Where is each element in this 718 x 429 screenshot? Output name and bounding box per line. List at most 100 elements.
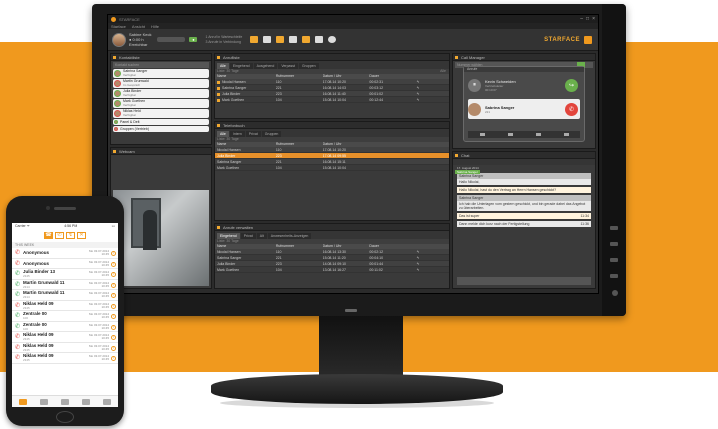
callback-icon[interactable]: ↰ <box>416 267 449 272</box>
hold-button[interactable]: ⏸ <box>468 78 481 92</box>
callback-icon[interactable]: ↰ <box>416 79 449 84</box>
info-icon[interactable]: i <box>111 272 116 277</box>
contact-card[interactable]: Niklas Held Verfügbar <box>113 109 209 118</box>
callback-icon[interactable]: ↰ <box>416 249 449 254</box>
tab[interactable]: Ausgehend <box>253 63 278 69</box>
gear-icon[interactable] <box>328 36 337 43</box>
tab[interactable]: Anwesenheits-Anzeigen <box>267 233 312 239</box>
toggle-icon[interactable] <box>250 36 259 43</box>
list-item[interactable]: ✆ Zentrale 00 100 Mo 03.07.2014 10:45 i <box>12 311 118 322</box>
callback-icon[interactable]: ↰ <box>416 97 449 102</box>
callback-icon[interactable]: ↰ <box>416 261 449 266</box>
menu-item[interactable]: Ansicht <box>132 24 145 29</box>
monitor-button[interactable] <box>610 258 618 262</box>
entry-time-text: 10:45 <box>101 252 109 257</box>
segment-all[interactable]: ☎ <box>44 232 53 239</box>
tab[interactable]: Verpasst <box>278 63 298 69</box>
table-row[interactable]: Mark Goethen 104 13.08.14 16:27 00:11:02 ↰ <box>215 267 449 273</box>
contact-card[interactable]: Martin Grunwald Im Gespräch <box>113 79 209 88</box>
status-selector[interactable] <box>157 37 186 42</box>
list-item[interactable]: ✆ Niklas Held 09 2345 Mo 03.07.2014 10:45 i <box>12 332 118 343</box>
table-row[interactable]: Mark Goethen 104 15.08.14 10:04 00:12:44 ↰ <box>215 97 449 103</box>
group-item[interactable]: Panel & Delt <box>113 119 209 125</box>
tab[interactable]: Gruppen <box>261 131 282 137</box>
tab-voicemail[interactable] <box>60 398 69 405</box>
list-item[interactable]: ✆ Niklas Held 09 2345 Mo 03.07.2014 10:45 i <box>12 343 118 353</box>
info-icon[interactable]: i <box>111 303 116 309</box>
hangup-button[interactable]: ✆ <box>565 102 578 116</box>
cell-number: 110 <box>275 80 282 84</box>
table-row[interactable]: Mark Goethen 104 15.08.14 10:04 <box>215 165 449 171</box>
smartphone: Carrier ᯤ 4:56 PM ▭ ☎ ✆ ↯ ✕ THIS WEEK ✆ A… <box>6 196 124 426</box>
tab-more[interactable] <box>103 398 112 405</box>
list-item[interactable]: ✆ Martin Grunwald 11 2314 Mo 03.07.2014 10:4… <box>12 280 118 290</box>
entry-number: 100 <box>23 326 29 331</box>
close-button[interactable]: × <box>592 16 595 22</box>
tab-contacts[interactable] <box>82 398 91 405</box>
list-item[interactable]: ✆ Anonymous Mo 03.07.2014 10:45 i <box>12 259 118 269</box>
user-avatar[interactable] <box>112 32 126 47</box>
call-card-title: Anrufe <box>464 67 584 72</box>
cell-duration: 00:12:44 <box>369 98 384 102</box>
info-icon[interactable]: i <box>111 356 116 361</box>
contact-card[interactable]: Sabrina Sanger Verfügbar <box>113 69 209 78</box>
power-button[interactable] <box>612 290 618 296</box>
record-icon[interactable] <box>535 133 541 136</box>
tab[interactable]: Privat <box>240 233 256 239</box>
list-item[interactable]: ✆ Niklas Held 09 2345 Mo 03.07.2014 10:45 i <box>12 301 118 311</box>
trash-icon[interactable] <box>315 36 324 43</box>
transfer-button[interactable]: ↪ <box>565 78 578 92</box>
info-icon[interactable]: i <box>111 251 116 256</box>
tab-downloads[interactable] <box>39 398 48 405</box>
contact-card[interactable]: Mark Goethen Verfügbar <box>113 99 209 108</box>
list-item[interactable]: ✆ Anonymous Mo 03.07.2014 10:45 i <box>12 248 118 259</box>
fax-icon[interactable] <box>302 36 311 43</box>
monitor-button[interactable] <box>610 274 618 278</box>
voicemail-icon[interactable] <box>276 36 285 43</box>
presence-button[interactable]: ● <box>189 37 198 42</box>
callback-icon[interactable]: ↰ <box>416 91 449 96</box>
segment-incoming[interactable]: ✆ <box>55 232 64 239</box>
contact-card[interactable]: Julia Binder Verfügbar <box>113 89 209 98</box>
info-icon[interactable]: i <box>111 261 116 267</box>
home-button[interactable] <box>56 411 74 423</box>
list-icon[interactable] <box>263 36 272 43</box>
webcam-feed[interactable] <box>113 190 209 286</box>
info-icon[interactable]: i <box>111 324 116 330</box>
segment-outgoing[interactable]: ↯ <box>66 232 75 239</box>
info-icon[interactable]: i <box>111 293 116 298</box>
monitor-button[interactable] <box>610 242 618 246</box>
entry-time-text: 10:45 <box>101 294 109 299</box>
tab-calls[interactable] <box>18 398 27 405</box>
document-icon[interactable] <box>289 36 298 43</box>
status-icon <box>217 92 220 96</box>
menu-item[interactable]: Hilfe <box>151 24 159 29</box>
info-icon[interactable]: i <box>111 345 116 351</box>
mute-icon[interactable] <box>479 133 485 136</box>
callback-icon[interactable]: ↰ <box>416 85 449 90</box>
cell-name: Nicolai Hansen <box>217 148 241 152</box>
keypad-icon[interactable] <box>507 133 513 136</box>
maximize-button[interactable]: □ <box>586 16 589 22</box>
group-item[interactable]: Gruppen (Vertrieb) <box>113 126 209 132</box>
monitor-button[interactable] <box>610 226 618 230</box>
info-icon[interactable]: i <box>111 335 116 340</box>
list-item[interactable]: ✆ Niklas Held 09 2345 Mo 03.07.2014 10:45 i <box>12 353 118 364</box>
contacts-search-input[interactable]: Kontakt suchen <box>113 62 209 68</box>
menu-item[interactable]: Starface <box>111 24 126 29</box>
info-icon[interactable]: i <box>111 314 116 319</box>
monitor-logo <box>345 309 357 312</box>
minimize-button[interactable]: – <box>580 16 583 22</box>
chat-input[interactable] <box>457 277 591 285</box>
callback-icon[interactable]: ↰ <box>416 255 449 260</box>
missed-call-icon: ✆ <box>15 334 21 341</box>
conference-icon[interactable] <box>563 133 569 136</box>
segment-missed[interactable]: ✕ <box>77 232 86 239</box>
info-icon[interactable]: i <box>111 282 116 288</box>
tab[interactable]: Privat <box>245 131 261 137</box>
list-item[interactable]: ✆ Zentrale 00 100 Mo 03.07.2014 10:45 i <box>12 322 118 332</box>
tab[interactable]: Alt <box>256 233 267 239</box>
list-item[interactable]: ✆ Martin Grunwald 11 2314 Mo 03.07.2014 10:4… <box>12 290 118 301</box>
list-item[interactable]: ✆ Julia Binder 13 2345 Mo 03.07.2014 10:45 i <box>12 269 118 280</box>
tab[interactable]: Gruppen <box>298 63 319 69</box>
